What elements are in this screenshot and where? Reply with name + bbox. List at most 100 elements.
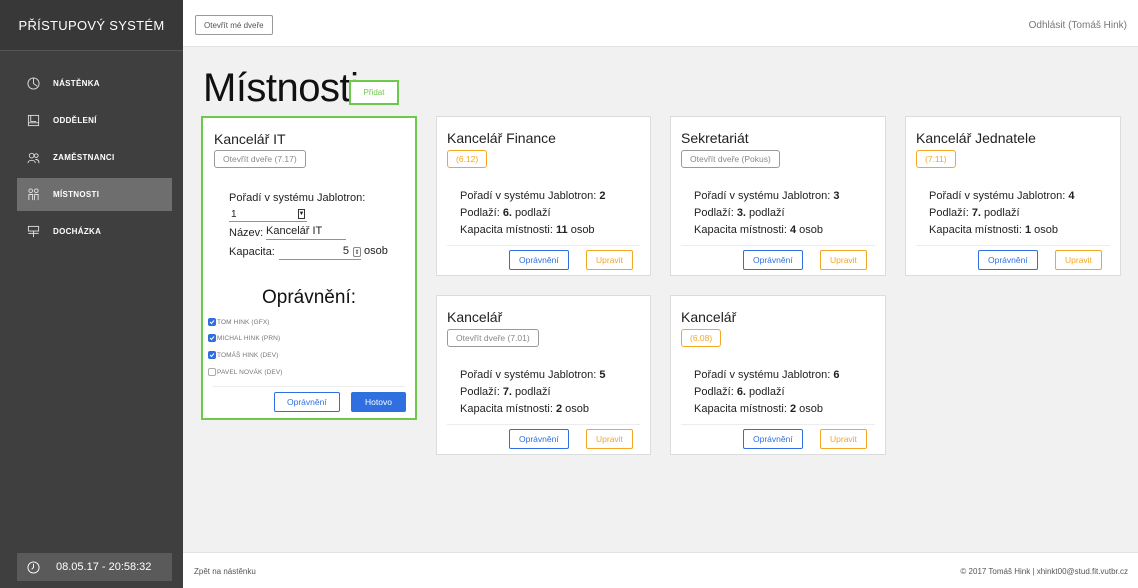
book-icon (27, 114, 40, 127)
edit-button[interactable]: Upravit (1055, 250, 1102, 270)
checkbox-unchecked-icon[interactable] (208, 368, 216, 376)
room-info: Pořadí v systému Jablotron: 6 Podlaží: 6… (694, 367, 840, 418)
sidebar-item-oddeleni[interactable]: ODDĚLENÍ (17, 104, 172, 137)
order-value: 2 (599, 190, 606, 202)
floor-suffix: podlaží (512, 207, 551, 219)
order-value: 4 (1068, 190, 1075, 202)
sidebar-item-zamestnanci[interactable]: ZAMĚSTNANCI (17, 141, 172, 174)
chevron-down-icon: ▼ (298, 209, 305, 219)
permission-item[interactable]: TOMÁŠ HINK (DEV) (208, 351, 278, 359)
capacity-value: 5 (342, 245, 349, 257)
sidebar-item-label: ZAMĚSTNANCI (53, 153, 115, 162)
permissions-button[interactable]: Oprávnění (509, 250, 569, 270)
capacity-suffix: osob (562, 403, 590, 415)
clock: 08.05.17 - 20:58:32 (17, 553, 172, 581)
room-order: Pořadí v systému Jablotron: 2 (460, 188, 606, 205)
logout-link[interactable]: Odhlásit (Tomáš Hink) (1029, 20, 1127, 31)
order-label: Pořadí v systému Jablotron: (460, 369, 600, 381)
sidebar-item-dochazka[interactable]: DOCHÁZKA (17, 215, 172, 248)
room-order: Pořadí v systému Jablotron: 6 (694, 367, 840, 384)
floor-value: 7. (971, 207, 981, 219)
topbar: Otevřít mé dveře Odhlásit (Tomáš Hink) (183, 0, 1138, 47)
order-select[interactable]: 1 ▼ (229, 207, 307, 222)
capacity-suffix: osob (1031, 224, 1059, 236)
order-label: Pořadí v systému Jablotron: (694, 369, 834, 381)
back-to-dashboard-link[interactable]: Zpět na nástěnku (194, 567, 256, 576)
permissions-button[interactable]: Oprávnění (743, 429, 803, 449)
checkbox-checked-icon[interactable] (208, 334, 216, 342)
room-capacity: Kapacita místnosti: 2 osob (460, 401, 606, 418)
capacity-suffix: osob (796, 224, 824, 236)
edit-button[interactable]: Upravit (586, 429, 633, 449)
edit-button[interactable]: Upravit (586, 250, 633, 270)
room-card: Kancelář (6.08) Pořadí v systému Jablotr… (670, 295, 886, 455)
floor-label: Podlaží: (694, 386, 737, 398)
sidebar-item-label: DOCHÁZKA (53, 227, 102, 236)
permission-label: TOMÁŠ HINK (DEV) (217, 351, 279, 359)
permission-item[interactable]: PAVEL NOVÁK (DEV) (208, 368, 283, 376)
open-door-button[interactable]: (6.12) (447, 150, 488, 168)
permission-item[interactable]: TOM HINK (GFX) (208, 318, 270, 326)
permissions-button[interactable]: Oprávnění (274, 392, 340, 412)
open-door-button[interactable]: Otevřít dveře (7.01) (447, 329, 539, 347)
room-title: Kancelář Jednatele (916, 130, 1036, 146)
room-card: Kancelář Finance (6.12) Pořadí v systému… (436, 116, 651, 276)
capacity-label: Kapacita místnosti: (460, 224, 556, 236)
add-room-button[interactable]: Přidat (349, 80, 399, 105)
open-door-button[interactable]: Otevřít dveře (7.17) (214, 150, 306, 168)
room-floor: Podlaží: 3. podlaží (694, 205, 840, 222)
page-title: Místnosti (203, 66, 359, 110)
permissions-button[interactable]: Oprávnění (978, 250, 1038, 270)
divider (681, 424, 875, 425)
dashboard-icon (27, 77, 40, 90)
done-button[interactable]: Hotovo (351, 392, 406, 412)
room-title: Sekretariát (681, 130, 749, 146)
floor-suffix: podlaží (981, 207, 1020, 219)
order-value: 5 (599, 369, 606, 381)
sidebar-item-nastenka[interactable]: NÁSTĚNKA (17, 67, 172, 100)
floor-label: Podlaží: (460, 207, 503, 219)
capacity-value: 11 (556, 224, 568, 236)
floor-value: 7. (502, 386, 512, 398)
order-label: Pořadí v systému Jablotron: (229, 192, 366, 204)
sidebar-item-mistnosti[interactable]: MÍSTNOSTI (17, 178, 172, 211)
permissions-button[interactable]: Oprávnění (509, 429, 569, 449)
order-value: 3 (833, 190, 840, 202)
checkbox-checked-icon[interactable] (208, 318, 216, 326)
sidebar-nav: NÁSTĚNKA ODDĚLENÍ ZAMĚSTNANCI MÍSTNOSTI … (0, 67, 183, 248)
room-card: Sekretariát Otevřít dveře (Pokus) Pořadí… (670, 116, 886, 276)
permissions-button[interactable]: Oprávnění (743, 250, 803, 270)
edit-button[interactable]: Upravit (820, 429, 867, 449)
capacity-unit: osob (364, 245, 388, 257)
capacity-label: Kapacita místnosti: (694, 403, 790, 415)
room-title: Kancelář Finance (447, 130, 556, 146)
open-door-button[interactable]: Otevřít dveře (Pokus) (681, 150, 780, 168)
edit-button[interactable]: Upravit (820, 250, 867, 270)
floor-suffix: podlaží (746, 207, 785, 219)
room-capacity: Kapacita místnosti: 11 osob (460, 222, 606, 239)
sidebar: PŘÍSTUPOVÝ SYSTÉM NÁSTĚNKA ODDĚLENÍ ZAMĚ… (0, 0, 183, 588)
capacity-label: Kapacita místnosti: (929, 224, 1025, 236)
divider (213, 386, 405, 387)
name-input[interactable]: Kancelář IT (266, 225, 346, 240)
permission-label: MICHAL HINK (PRN) (217, 334, 281, 342)
clock-text: 08.05.17 - 20:58:32 (56, 561, 152, 573)
stepper-icon[interactable]: ⇕ (353, 247, 361, 257)
capacity-input[interactable]: 5 ⇕ (279, 245, 361, 260)
order-value: 1 (231, 208, 237, 220)
sidebar-item-label: NÁSTĚNKA (53, 79, 100, 88)
checkbox-checked-icon[interactable] (208, 351, 216, 359)
permissions-title: Oprávnění: (262, 287, 356, 308)
open-door-button[interactable]: (7.11) (916, 150, 956, 168)
people-icon (27, 151, 40, 164)
room-capacity: Kapacita místnosti: 1 osob (929, 222, 1075, 239)
floor-suffix: podlaží (746, 386, 785, 398)
room-title: Kancelář (447, 309, 503, 325)
divider (447, 424, 640, 425)
permission-item[interactable]: MICHAL HINK (PRN) (208, 334, 280, 342)
open-my-door-button[interactable]: Otevřít mé dveře (195, 15, 273, 35)
app-title: PŘÍSTUPOVÝ SYSTÉM (0, 0, 183, 51)
permission-label: PAVEL NOVÁK (DEV) (217, 368, 283, 376)
open-door-button[interactable]: (6.08) (681, 329, 722, 347)
capacity-label: Kapacita: (229, 246, 275, 258)
